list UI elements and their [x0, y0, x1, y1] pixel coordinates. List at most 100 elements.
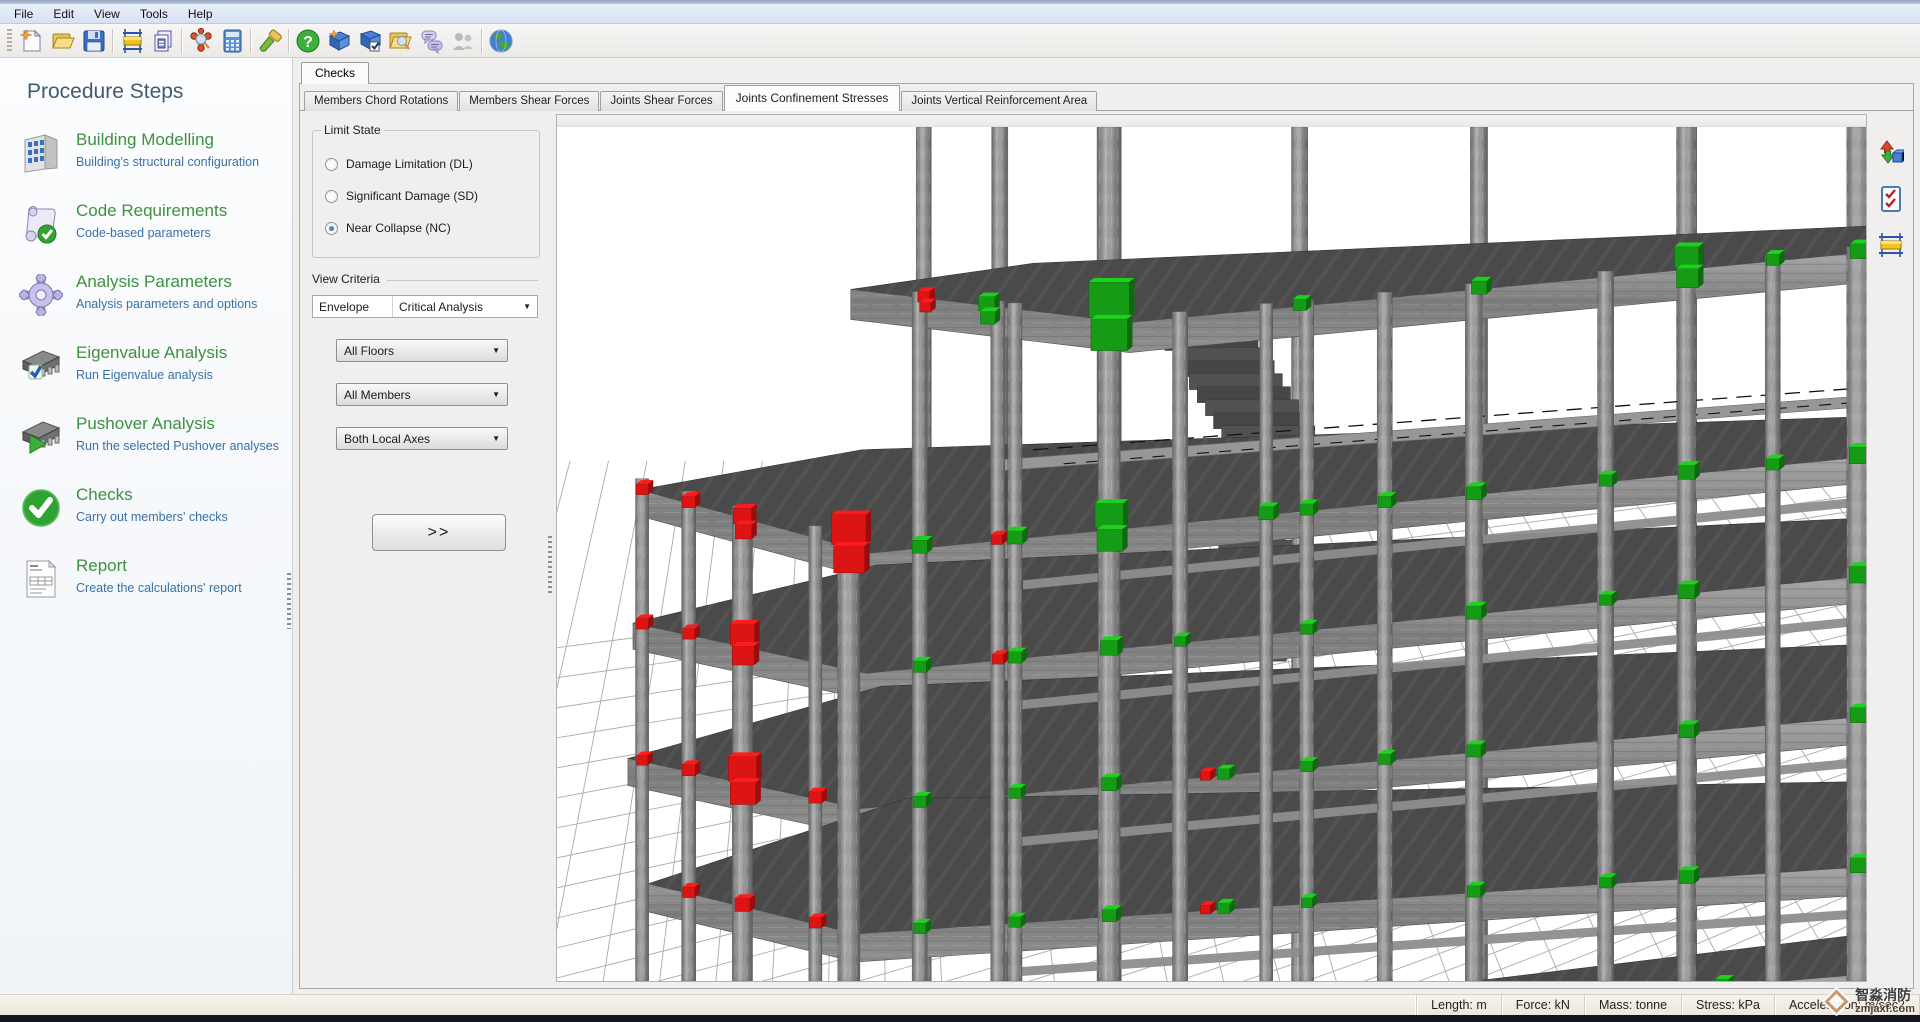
limit-state-legend: Limit State: [324, 123, 381, 137]
step-subtitle: Code-based parameters: [76, 225, 211, 240]
member-section-icon[interactable]: [1876, 229, 1907, 260]
axes-dropdown[interactable]: Both Local Axes ▼: [336, 427, 508, 450]
radio-significant-damage[interactable]: Significant Damage (SD): [325, 189, 529, 203]
checks-panel: Members Chord Rotations Members Shear Fo…: [299, 83, 1914, 989]
toolbar-separator: [250, 28, 251, 53]
review-folder-icon[interactable]: [385, 26, 416, 55]
floors-dropdown[interactable]: All Floors ▼: [336, 339, 508, 362]
members-dropdown-value: All Members: [344, 387, 411, 402]
radio-icon[interactable]: [325, 157, 338, 171]
joints-confinement-stresses-panel: Limit State Damage Limitation (DL) Signi…: [300, 110, 1913, 988]
viewport-toolbar: [1869, 111, 1913, 988]
tab-label: Joints Vertical Reinforcement Area: [911, 95, 1088, 107]
view-criteria-header: View Criteria: [312, 272, 538, 286]
eigenvalue-model-icon[interactable]: [185, 26, 216, 55]
building-icon: [17, 131, 64, 175]
report-icon: [17, 557, 64, 601]
display-settings-icon[interactable]: [254, 26, 285, 55]
sidebar-item-analysis-parameters[interactable]: Analysis Parameters Analysis parameters a…: [17, 273, 292, 317]
menu-file[interactable]: File: [4, 5, 43, 23]
view-criteria-legend: View Criteria: [312, 272, 380, 286]
status-length-units: Length: m: [1417, 995, 1502, 1015]
save-project-icon[interactable]: [78, 26, 109, 55]
status-stress-units: Stress: kPa: [1682, 995, 1775, 1015]
tab-label: Joints Shear Forces: [610, 95, 713, 107]
check-circle-icon: [17, 486, 64, 530]
viewport-header-strip: [557, 115, 1866, 127]
menu-edit[interactable]: Edit: [43, 5, 84, 23]
code-report-icon[interactable]: [147, 26, 178, 55]
deformed-view-icon[interactable]: [1876, 137, 1907, 168]
watermark-logo-icon: [1824, 989, 1849, 1014]
controls-splitter[interactable]: [544, 111, 556, 988]
menu-view[interactable]: View: [84, 5, 130, 23]
step-title: Pushover Analysis: [76, 414, 215, 433]
watermark-url: zmjaxf.com: [1855, 1003, 1915, 1015]
chevron-down-icon: ▼: [492, 346, 500, 355]
viewport-canvas[interactable]: [557, 127, 1866, 981]
sidebar-item-report[interactable]: Report Create the calculations' report: [17, 557, 292, 601]
tab-joints-vertical-reinforcement-area[interactable]: Joints Vertical Reinforcement Area: [901, 91, 1098, 111]
step-title: Building Modelling: [76, 130, 214, 149]
toolbar-separator: [112, 28, 113, 53]
toolbar-grip[interactable]: [7, 28, 12, 53]
envelope-analysis-select[interactable]: Envelope Critical Analysis ▼: [312, 295, 538, 318]
new-document-icon[interactable]: [16, 26, 47, 55]
support-disabled-icon: [447, 26, 478, 55]
sidebar-item-eigenvalue-analysis[interactable]: Eigenvalue Analysis Run Eigenvalue analys…: [17, 344, 292, 388]
tab-checks[interactable]: Checks: [301, 62, 370, 84]
radio-label: Damage Limitation (DL): [346, 157, 473, 171]
checks-list-icon[interactable]: [1876, 183, 1907, 214]
radio-icon[interactable]: [325, 221, 338, 235]
tab-label: Members Chord Rotations: [314, 95, 449, 107]
analysis-dropdown[interactable]: Critical Analysis ▼: [393, 296, 537, 317]
open-project-icon[interactable]: [47, 26, 78, 55]
menu-help[interactable]: Help: [178, 5, 223, 23]
building-modelling-icon[interactable]: [116, 26, 147, 55]
step-title: Checks: [76, 485, 133, 504]
radio-label: Significant Damage (SD): [346, 189, 479, 203]
splitter-grip[interactable]: [548, 536, 552, 594]
sidebar-item-pushover-analysis[interactable]: Pushover Analysis Run the selected Pushov…: [17, 415, 292, 459]
gear-icon: [17, 273, 64, 317]
status-force-units: Force: kN: [1502, 995, 1585, 1015]
chevron-down-icon: ▼: [492, 390, 500, 399]
refresh-view-button[interactable]: >>: [372, 514, 506, 551]
toolbar-separator: [181, 28, 182, 53]
sidebar-item-code-requirements[interactable]: Code Requirements Code-based parameters: [17, 202, 292, 246]
toolbar-separator: [481, 28, 482, 53]
calculator-icon[interactable]: [216, 26, 247, 55]
svg-text:?: ?: [303, 34, 313, 51]
feedback-bubbles-icon[interactable]: [416, 26, 447, 55]
tutorial-book-icon[interactable]: [323, 26, 354, 55]
axes-dropdown-value: Both Local Axes: [344, 431, 431, 446]
sidebar-item-checks[interactable]: Checks Carry out members' checks: [17, 486, 292, 530]
radio-damage-limitation[interactable]: Damage Limitation (DL): [325, 157, 529, 171]
radio-icon[interactable]: [325, 189, 338, 203]
model-viewport[interactable]: [556, 114, 1867, 982]
help-icon[interactable]: ?: [292, 26, 323, 55]
tab-members-chord-rotations[interactable]: Members Chord Rotations: [304, 91, 459, 111]
sidebar-splitter[interactable]: [287, 573, 291, 629]
criteria-controls: Limit State Damage Limitation (DL) Signi…: [300, 111, 544, 988]
step-subtitle: Run the selected Pushover analyses: [76, 438, 279, 453]
status-spacer: [0, 995, 1418, 1015]
menu-tools[interactable]: Tools: [130, 5, 178, 23]
toolbar: ?: [0, 24, 1920, 58]
procedure-steps-panel: Procedure Steps Building Modelling Buildi…: [0, 58, 293, 994]
step-title: Eigenvalue Analysis: [76, 343, 228, 362]
tab-joints-shear-forces[interactable]: Joints Shear Forces: [600, 91, 723, 111]
sidebar-item-building-modelling[interactable]: Building Modelling Building's structural …: [17, 131, 292, 175]
building-3d-scene[interactable]: [557, 127, 1866, 981]
scroll-check-icon: [17, 202, 64, 246]
radio-near-collapse[interactable]: Near Collapse (NC): [325, 221, 529, 235]
window-bottom-edge: [0, 1015, 1920, 1022]
app-body: Procedure Steps Building Modelling Buildi…: [0, 58, 1920, 994]
divider: [386, 279, 538, 281]
tab-members-shear-forces[interactable]: Members Shear Forces: [459, 91, 600, 111]
manual-book-icon[interactable]: [354, 26, 385, 55]
members-dropdown[interactable]: All Members ▼: [336, 383, 508, 406]
website-globe-icon[interactable]: [485, 26, 516, 55]
step-subtitle: Carry out members' checks: [76, 509, 228, 524]
tab-joints-confinement-stresses[interactable]: Joints Confinement Stresses: [723, 85, 901, 111]
